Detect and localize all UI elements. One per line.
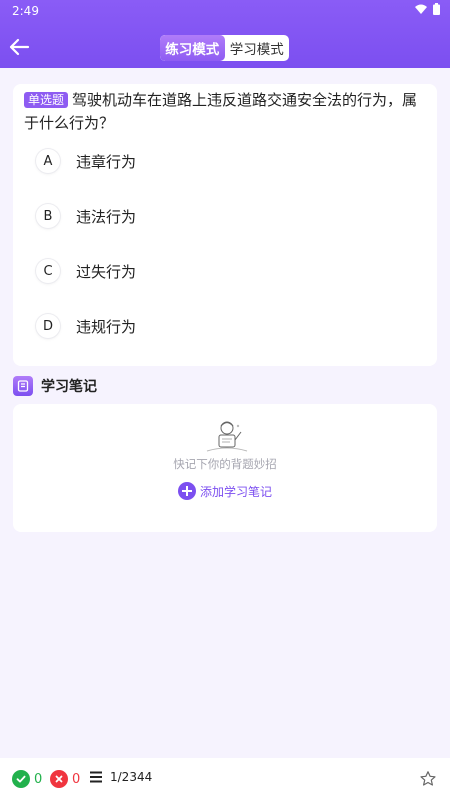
notes-title: 学习笔记	[41, 379, 97, 395]
option-text: 违章行为	[76, 152, 137, 171]
wrong-stat[interactable]: 0	[50, 770, 80, 788]
option-letter: A	[36, 149, 60, 173]
plus-circle-icon	[178, 482, 196, 500]
option-c[interactable]: C 过失行为	[36, 258, 136, 284]
question-stem: 驾驶机动车在道路上违反道路交通安全法的行为，属于什么行为？	[24, 91, 418, 132]
correct-count: 0	[34, 771, 43, 787]
option-text: 违规行为	[76, 317, 137, 336]
status-bar: 2:49	[0, 0, 450, 22]
option-d[interactable]: D 违规行为	[36, 313, 136, 339]
notes-section-title: 学习笔记	[13, 376, 97, 396]
star-icon[interactable]	[419, 770, 437, 788]
back-arrow-icon[interactable]	[8, 36, 30, 58]
bottom-bar: 0 0 1/2344	[0, 758, 450, 800]
option-text: 违法行为	[76, 207, 137, 226]
status-icons	[415, 3, 440, 15]
option-b[interactable]: B 违法行为	[36, 203, 136, 229]
add-note-label: 添加学习笔记	[200, 484, 273, 499]
option-text: 过失行为	[76, 262, 137, 281]
top-app-bar: 2:49 练习模式 学习模式	[0, 0, 450, 68]
question-text: 单选题 驾驶机动车在道路上违反道路交通安全法的行为，属于什么行为？	[24, 89, 429, 135]
question-card: 单选题 驾驶机动车在道路上违反道路交通安全法的行为，属于什么行为？ A 违章行为 …	[13, 84, 437, 366]
notebook-icon	[13, 376, 33, 396]
question-progress[interactable]: 1/2344	[89, 770, 152, 784]
option-letter: B	[36, 204, 60, 228]
wrong-count: 0	[72, 771, 81, 787]
battery-icon	[433, 3, 440, 15]
add-note-button[interactable]: 添加学习笔记	[178, 482, 272, 500]
tab-practice-mode[interactable]: 练习模式	[160, 35, 225, 61]
question-type-badge: 单选题	[24, 92, 69, 108]
mode-switch: 练习模式 学习模式	[160, 35, 289, 61]
x-circle-icon	[50, 770, 68, 788]
list-icon	[90, 771, 102, 783]
progress-text: 1/2344	[110, 770, 153, 784]
correct-stat[interactable]: 0	[12, 770, 42, 788]
empty-notes-illustration-icon	[206, 421, 248, 452]
option-letter: C	[36, 259, 60, 283]
option-letter: D	[36, 314, 60, 338]
status-time: 2:49	[12, 4, 39, 18]
tab-study-mode[interactable]: 学习模式	[225, 35, 290, 61]
notes-empty-hint: 快记下你的背题妙招	[173, 457, 277, 471]
check-circle-icon	[12, 770, 30, 788]
notes-card: 快记下你的背题妙招 添加学习笔记	[13, 404, 437, 532]
wifi-icon	[415, 4, 427, 14]
option-a[interactable]: A 违章行为	[36, 148, 136, 174]
